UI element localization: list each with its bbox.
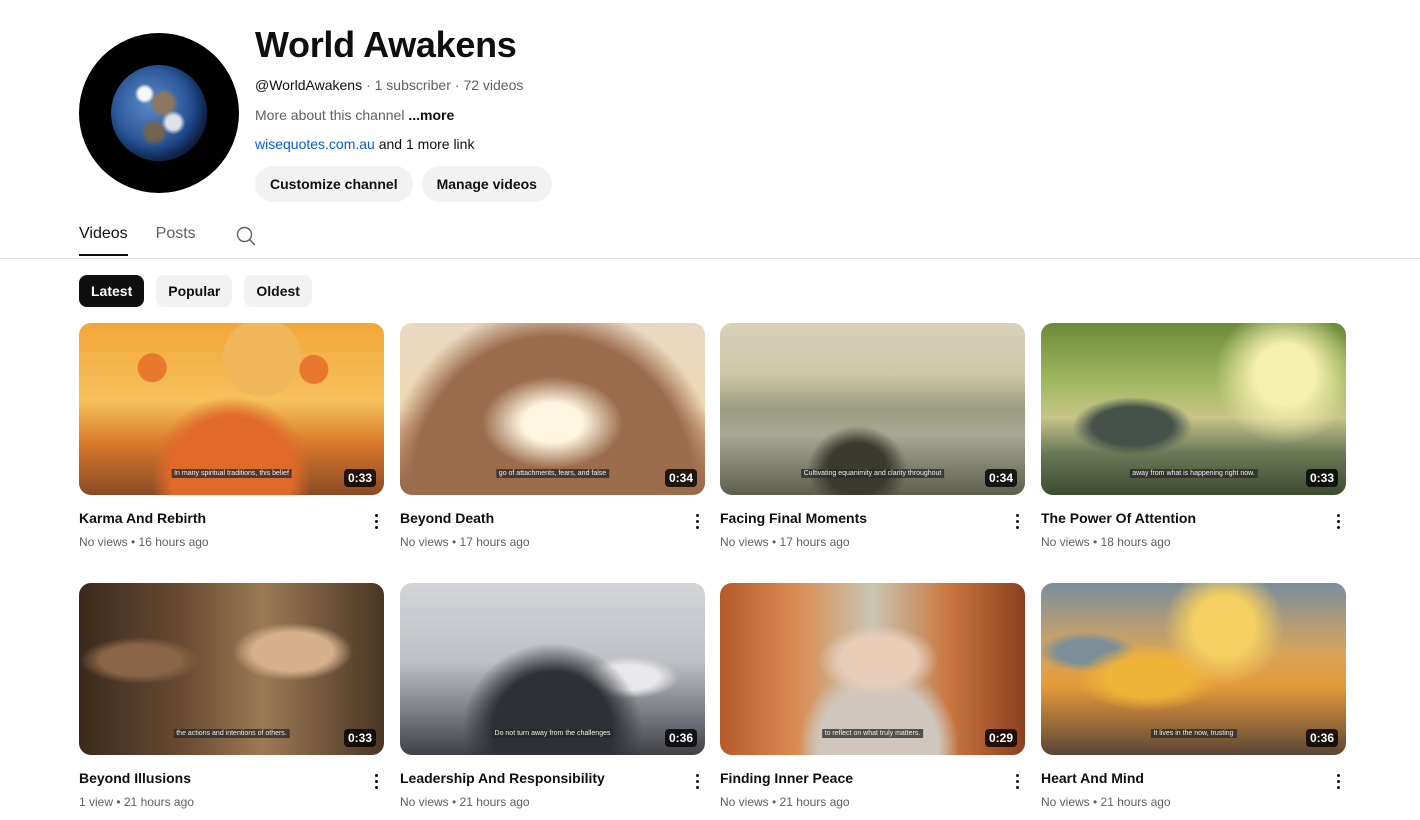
sort-chips: Latest Popular Oldest — [79, 275, 312, 307]
more-options-icon[interactable] — [1009, 511, 1025, 531]
video-thumbnail[interactable]: It lives in the now, trusting 0:36 — [1041, 583, 1346, 755]
more-options-icon[interactable] — [368, 511, 384, 531]
customize-channel-button[interactable]: Customize channel — [255, 166, 413, 202]
more-options-icon[interactable] — [1009, 771, 1025, 791]
video-title[interactable]: Karma And Rebirth — [79, 509, 384, 527]
duration-badge: 0:33 — [343, 729, 376, 747]
video-title[interactable]: Beyond Illusions — [79, 769, 384, 787]
video-meta: 1 view • 21 hours ago — [79, 795, 194, 809]
thumbnail-caption: In many spiritual traditions, this belie… — [171, 469, 292, 478]
video-thumbnail[interactable]: In many spiritual traditions, this belie… — [79, 323, 384, 495]
more-options-icon[interactable] — [368, 771, 384, 791]
video-title[interactable]: Facing Final Moments — [720, 509, 1025, 527]
video-card[interactable]: Do not turn away from the challenges 0:3… — [400, 583, 705, 809]
thumbnail-caption: to reflect on what truly matters. — [821, 729, 924, 738]
video-thumbnail[interactable]: the actions and intentions of others. 0:… — [79, 583, 384, 755]
video-title[interactable]: The Power Of Attention — [1041, 509, 1346, 527]
chip-oldest[interactable]: Oldest — [244, 275, 312, 307]
thumbnail-caption: Do not turn away from the challenges — [491, 729, 614, 738]
video-title[interactable]: Leadership And Responsibility — [400, 769, 705, 787]
channel-link[interactable]: wisequotes.com.au — [255, 136, 375, 152]
channel-info: World Awakens @WorldAwakens · 1 subscrib… — [255, 21, 552, 202]
search-icon[interactable] — [234, 224, 258, 248]
video-meta: No views • 21 hours ago — [400, 795, 530, 809]
duration-badge: 0:33 — [343, 469, 376, 487]
channel-actions: Customize channel Manage videos — [255, 166, 552, 202]
chip-popular[interactable]: Popular — [156, 275, 233, 307]
duration-badge: 0:34 — [664, 469, 697, 487]
video-card[interactable]: the actions and intentions of others. 0:… — [79, 583, 384, 809]
channel-links: wisequotes.com.au and 1 more link — [255, 136, 552, 152]
thumbnail-caption: the actions and intentions of others. — [173, 729, 290, 738]
video-title[interactable]: Beyond Death — [400, 509, 705, 527]
earth-icon — [111, 65, 207, 161]
channel-handle: @WorldAwakens — [255, 77, 363, 93]
video-card[interactable]: It lives in the now, trusting 0:36 Heart… — [1041, 583, 1346, 809]
video-meta: No views • 17 hours ago — [400, 535, 530, 549]
channel-tabs: Videos Posts — [79, 218, 258, 258]
channel-meta: @WorldAwakens · 1 subscriber · 72 videos — [255, 77, 552, 93]
video-thumbnail[interactable]: away from what is happening right now. 0… — [1041, 323, 1346, 495]
more-options-icon[interactable] — [689, 771, 705, 791]
video-card[interactable]: go of attachments, fears, and false 0:34… — [400, 323, 705, 549]
duration-badge: 0:36 — [664, 729, 697, 747]
tab-videos[interactable]: Videos — [79, 218, 128, 256]
video-card[interactable]: In many spiritual traditions, this belie… — [79, 323, 384, 549]
more-options-icon[interactable] — [689, 511, 705, 531]
video-thumbnail[interactable]: to reflect on what truly matters. 0:29 — [720, 583, 1025, 755]
video-card[interactable]: away from what is happening right now. 0… — [1041, 323, 1346, 549]
description-text: More about this channel — [255, 107, 405, 123]
video-thumbnail[interactable]: Do not turn away from the challenges 0:3… — [400, 583, 705, 755]
video-meta: No views • 16 hours ago — [79, 535, 209, 549]
duration-badge: 0:36 — [1305, 729, 1338, 747]
video-meta: No views • 21 hours ago — [1041, 795, 1171, 809]
subscriber-count: · 1 subscriber — [366, 77, 451, 93]
video-card[interactable]: Cultivating equanimity and clarity throu… — [720, 323, 1025, 549]
video-meta: No views • 17 hours ago — [720, 535, 850, 549]
more-options-icon[interactable] — [1330, 511, 1346, 531]
duration-badge: 0:29 — [984, 729, 1017, 747]
channel-avatar[interactable] — [79, 33, 239, 193]
channel-description[interactable]: More about this channel ...more — [255, 107, 552, 123]
video-meta: No views • 18 hours ago — [1041, 535, 1171, 549]
duration-badge: 0:33 — [1305, 469, 1338, 487]
manage-videos-button[interactable]: Manage videos — [421, 166, 552, 202]
channel-header: World Awakens @WorldAwakens · 1 subscrib… — [79, 24, 1359, 203]
more-links[interactable]: and 1 more link — [379, 136, 475, 152]
video-thumbnail[interactable]: Cultivating equanimity and clarity throu… — [720, 323, 1025, 495]
thumbnail-caption: away from what is happening right now. — [1129, 469, 1258, 478]
thumbnail-caption: It lives in the now, trusting — [1150, 729, 1237, 738]
video-title[interactable]: Finding Inner Peace — [720, 769, 1025, 787]
chip-latest[interactable]: Latest — [79, 275, 145, 307]
duration-badge: 0:34 — [984, 469, 1017, 487]
thumbnail-caption: Cultivating equanimity and clarity throu… — [800, 469, 945, 478]
channel-title: World Awakens — [255, 24, 517, 65]
more-options-icon[interactable] — [1330, 771, 1346, 791]
video-count: · 72 videos — [454, 77, 524, 93]
video-title[interactable]: Heart And Mind — [1041, 769, 1346, 787]
thumbnail-caption: go of attachments, fears, and false — [495, 469, 610, 478]
video-meta: No views • 21 hours ago — [720, 795, 850, 809]
video-thumbnail[interactable]: go of attachments, fears, and false 0:34 — [400, 323, 705, 495]
tabs-divider — [0, 258, 1420, 259]
video-card[interactable]: to reflect on what truly matters. 0:29 F… — [720, 583, 1025, 809]
tab-posts[interactable]: Posts — [156, 218, 196, 256]
more-link[interactable]: ...more — [408, 107, 454, 123]
